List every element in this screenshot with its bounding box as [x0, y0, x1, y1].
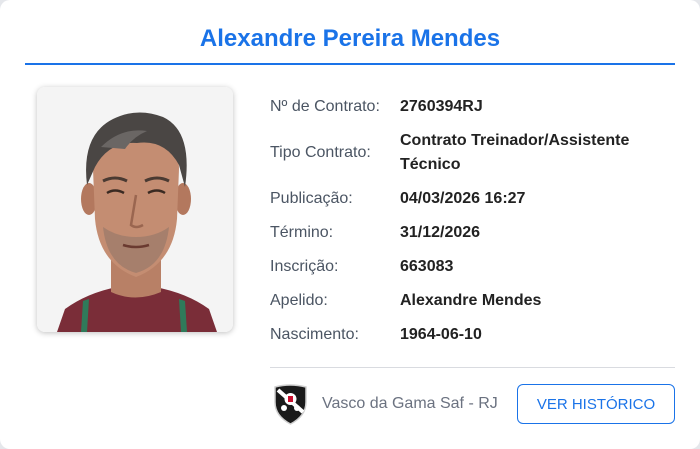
- person-name-title: Alexandre Pereira Mendes: [199, 25, 501, 52]
- footer-divider: [270, 367, 675, 368]
- profile-card: Alexandre Pereira Mendes Nº de Contrato:…: [0, 0, 700, 449]
- contract-type-label: Tipo Contrato:: [270, 144, 371, 161]
- contract-type-value: Contrato Treinador/Assistente Técnico: [400, 132, 630, 173]
- nickname-value: Alexandre Mendes: [400, 292, 542, 309]
- vasco-crest-icon: [272, 382, 309, 426]
- person-portrait-icon: [37, 87, 233, 332]
- registration-value: 663083: [400, 258, 454, 275]
- end-date-value: 31/12/2026: [400, 224, 481, 241]
- nickname-label: Apelido:: [270, 292, 328, 309]
- publication-value: 04/03/2026 16:27: [400, 190, 526, 207]
- view-history-button[interactable]: VER HISTÓRICO: [517, 384, 675, 424]
- birth-date-label: Nascimento:: [270, 326, 359, 343]
- birth-date-value: 1964-06-10: [400, 326, 482, 343]
- club-name: Vasco da Gama Saf - RJ: [322, 395, 498, 412]
- publication-label: Publicação:: [270, 190, 353, 207]
- profile-photo: [37, 87, 233, 332]
- title-divider: [25, 63, 675, 65]
- contract-number-value: 2760394RJ: [400, 98, 483, 115]
- end-date-label: Término:: [270, 224, 334, 241]
- registration-label: Inscrição:: [270, 258, 339, 275]
- contract-number-label: Nº de Contrato:: [270, 98, 380, 115]
